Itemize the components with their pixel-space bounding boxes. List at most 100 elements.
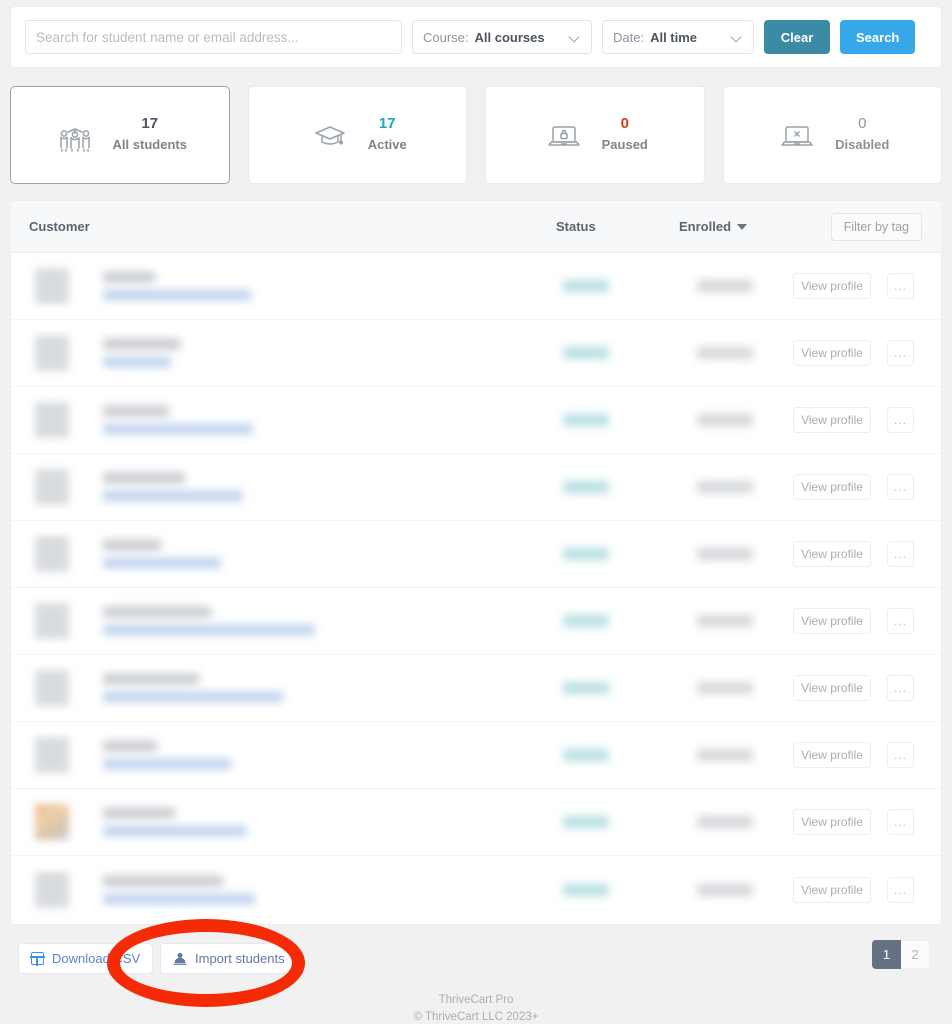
- enrolled-cell-redacted: [697, 548, 753, 560]
- chevron-down-icon: [570, 32, 581, 43]
- course-filter-value: All courses: [474, 29, 545, 45]
- pagination: 1 2: [872, 940, 930, 969]
- stat-count: 17: [378, 115, 396, 133]
- row-more-actions-button[interactable]: ...: [887, 608, 914, 634]
- row-more-actions-button[interactable]: ...: [887, 474, 914, 500]
- view-profile-button[interactable]: View profile: [793, 809, 871, 835]
- customer-cell: [103, 673, 283, 703]
- view-profile-button[interactable]: View profile: [793, 407, 871, 433]
- customer-email-redacted: [103, 557, 221, 569]
- status-cell-redacted: [563, 883, 609, 896]
- stat-cards: 17 All students 17 Active 0 Paused 0 Dis…: [10, 86, 942, 184]
- customer-email-redacted: [103, 825, 247, 837]
- table-row[interactable]: View profile...: [11, 588, 941, 655]
- avatar: [35, 335, 69, 371]
- download-csv-button[interactable]: Download CSV: [18, 943, 154, 974]
- row-more-actions-button[interactable]: ...: [887, 675, 914, 701]
- customer-cell: [103, 338, 181, 368]
- customer-name-redacted: [103, 539, 161, 551]
- row-more-actions-button[interactable]: ...: [887, 876, 914, 903]
- status-cell-redacted: [563, 414, 609, 426]
- row-more-actions-button[interactable]: ...: [887, 273, 914, 299]
- stat-label: Disabled: [835, 137, 890, 153]
- view-profile-button[interactable]: View profile: [793, 742, 871, 768]
- avatar: [35, 402, 69, 438]
- view-profile-button[interactable]: View profile: [793, 474, 871, 500]
- row-more-actions-button[interactable]: ...: [887, 541, 914, 567]
- avatar: [35, 737, 69, 773]
- view-profile-button[interactable]: View profile: [793, 541, 871, 567]
- status-cell-redacted: [563, 548, 609, 560]
- import-students-button[interactable]: Import students: [160, 943, 298, 974]
- table-row[interactable]: View profile...: [11, 454, 941, 521]
- date-filter-select[interactable]: Date: All time: [602, 20, 754, 54]
- table-grid-icon: [30, 952, 45, 966]
- customer-cell: [103, 539, 221, 569]
- stat-card-active[interactable]: 17 Active: [247, 86, 467, 184]
- row-more-actions-button[interactable]: ...: [887, 742, 914, 768]
- avatar: [35, 670, 69, 706]
- customer-name-redacted: [103, 740, 157, 752]
- enrolled-cell-redacted: [697, 883, 753, 896]
- avatar: [35, 268, 69, 304]
- customer-email-redacted: [103, 356, 171, 368]
- column-header-enrolled[interactable]: Enrolled: [679, 219, 748, 234]
- customer-name-redacted: [103, 338, 181, 350]
- view-profile-button[interactable]: View profile: [793, 608, 871, 634]
- view-profile-button[interactable]: View profile: [793, 675, 871, 701]
- filter-by-tag-button[interactable]: Filter by tag: [830, 212, 922, 241]
- row-more-actions-button[interactable]: ...: [887, 407, 914, 433]
- stat-label: Active: [367, 137, 407, 153]
- enrolled-cell-redacted: [697, 280, 753, 292]
- status-cell-redacted: [563, 615, 609, 627]
- stat-card-paused[interactable]: 0 Paused: [485, 86, 705, 184]
- status-cell-redacted: [563, 347, 609, 359]
- pagination-page-2[interactable]: 2: [901, 940, 930, 969]
- table-row[interactable]: View profile...: [11, 521, 941, 588]
- table-row[interactable]: View profile...: [11, 655, 941, 722]
- view-profile-button[interactable]: View profile: [793, 340, 871, 366]
- course-filter-select[interactable]: Course: All courses: [412, 20, 592, 54]
- table-row[interactable]: View profile...: [11, 722, 941, 789]
- table-header-row: Customer Status Enrolled Filter by tag: [11, 201, 941, 253]
- stat-card-all-students[interactable]: 17 All students: [10, 86, 230, 184]
- table-row[interactable]: View profile...: [11, 789, 941, 856]
- table-row[interactable]: View profile...: [11, 320, 941, 387]
- table-row[interactable]: View profile...: [11, 387, 941, 454]
- stat-label: All students: [112, 137, 187, 153]
- laptop-lock-icon: [542, 116, 586, 154]
- view-profile-button[interactable]: View profile: [793, 273, 871, 299]
- view-profile-button[interactable]: View profile: [793, 876, 871, 903]
- search-input[interactable]: [25, 20, 402, 54]
- customer-cell: [103, 405, 253, 435]
- stat-card-text: 0 Paused: [602, 114, 648, 156]
- enrolled-cell-redacted: [697, 481, 753, 493]
- status-cell-redacted: [563, 481, 609, 493]
- clear-button[interactable]: Clear: [764, 20, 830, 54]
- table-row[interactable]: View profile...: [11, 253, 941, 320]
- row-more-actions-button[interactable]: ...: [887, 340, 914, 366]
- stat-card-text: 0 Disabled: [835, 114, 889, 156]
- enrolled-cell-redacted: [697, 749, 753, 761]
- stat-card-text: 17 All students: [113, 114, 187, 156]
- customer-name-redacted: [103, 807, 175, 819]
- stat-count: 0: [620, 115, 629, 133]
- customer-name-redacted: [103, 472, 185, 484]
- avatar: [35, 871, 69, 908]
- customer-cell: [103, 271, 251, 301]
- customer-email-redacted: [103, 893, 255, 904]
- column-header-customer: Customer: [29, 219, 90, 234]
- avatar: [35, 536, 69, 572]
- pagination-page-1[interactable]: 1: [872, 940, 901, 969]
- status-cell-redacted: [563, 280, 609, 292]
- customer-email-redacted: [103, 758, 231, 770]
- customer-name-redacted: [103, 606, 211, 618]
- status-cell-redacted: [563, 749, 609, 761]
- search-button[interactable]: Search: [840, 20, 916, 54]
- column-header-enrolled-label: Enrolled: [679, 219, 732, 234]
- stat-card-disabled[interactable]: 0 Disabled: [722, 86, 942, 184]
- date-filter-label: Date:: [613, 29, 645, 45]
- table-row[interactable]: View profile...: [11, 856, 941, 923]
- row-more-actions-button[interactable]: ...: [887, 809, 914, 835]
- table-body: View profile... View profile... View profi…: [11, 253, 941, 923]
